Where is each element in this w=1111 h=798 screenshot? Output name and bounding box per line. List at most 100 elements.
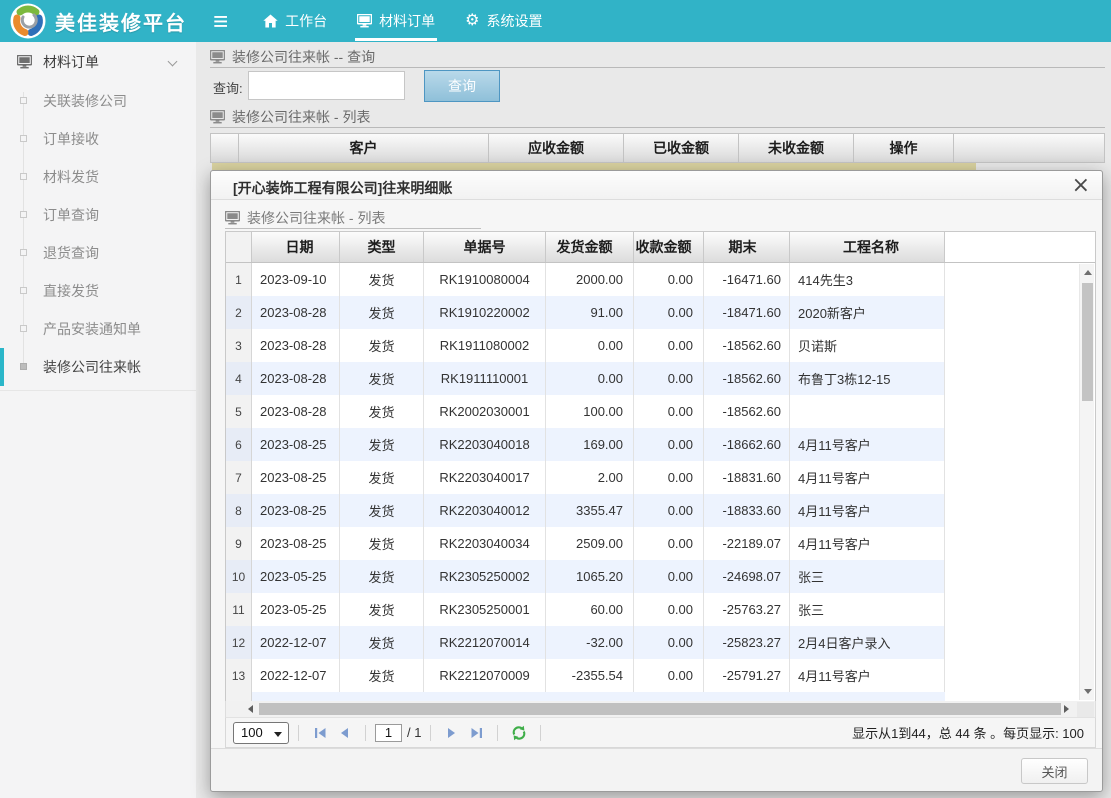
cell: -24698.07	[704, 560, 790, 593]
cell: 0.00	[634, 362, 704, 395]
header-cell[interactable]: 工程名称	[790, 232, 945, 262]
table-row[interactable]: 132022-12-07发货RK2212070009-2355.540.00-2…	[226, 659, 1095, 692]
cell: 0.00	[634, 329, 704, 362]
top-nav: 工作台材料订单⚙系统设置	[248, 0, 557, 42]
detail-grid: 日期类型单据号发货金额收款金额期末工程名称 12023-09-10发货RK191…	[225, 231, 1096, 702]
app-title: 美佳装修平台	[55, 7, 187, 36]
last-page-button[interactable]	[467, 724, 485, 742]
sidebar-item-5[interactable]: 退货查询	[0, 234, 196, 272]
cell-filler	[945, 659, 1095, 692]
header-filler	[945, 232, 1095, 262]
sidebar-item-label: 直接发货	[43, 281, 99, 301]
row-index: 7	[226, 461, 252, 494]
page-number-input[interactable]	[375, 724, 402, 742]
header-cell[interactable]: 日期	[252, 232, 340, 262]
table-row[interactable]: 102023-05-25发货RK23052500021065.200.00-24…	[226, 560, 1095, 593]
cell-filler	[945, 527, 1095, 560]
header-cell[interactable]: 发货金额	[546, 232, 634, 262]
bullet-icon	[20, 249, 27, 256]
bullet-icon	[20, 211, 27, 218]
gear-icon: ⚙	[465, 13, 479, 29]
bullet-icon	[20, 287, 27, 294]
header-cell[interactable]: 应收金额	[489, 134, 624, 162]
sidebar-item-3[interactable]: 材料发货	[0, 158, 196, 196]
header-cell[interactable]: 未收金额	[739, 134, 854, 162]
partial-row	[226, 692, 1095, 701]
sidebar-item-8[interactable]: 装修公司往来帐	[0, 348, 196, 386]
query-input[interactable]	[248, 71, 405, 100]
cell: -18833.60	[704, 494, 790, 527]
cell: 0.00	[634, 659, 704, 692]
cell: 2000.00	[546, 263, 634, 296]
next-page-button[interactable]	[443, 724, 461, 742]
cell: 2.00	[546, 461, 634, 494]
nav-item-2[interactable]: 材料订单	[342, 0, 450, 42]
cell: RK2305250002	[424, 560, 546, 593]
menu-toggle-icon[interactable]: ≡	[213, 0, 228, 42]
sidebar-item-4[interactable]: 订单查询	[0, 196, 196, 234]
home-icon	[263, 14, 278, 28]
vertical-scrollbar[interactable]	[1079, 264, 1094, 700]
header-cell[interactable]: 期末	[704, 232, 790, 262]
bullet-icon	[20, 325, 27, 332]
sidebar-item-7[interactable]: 产品安装通知单	[0, 310, 196, 348]
selected-company-row[interactable]	[212, 163, 976, 170]
sidebar-item-label: 订单接收	[43, 129, 99, 149]
header-cell[interactable]: 收款金额	[634, 232, 704, 262]
sidebar-section-material-orders[interactable]: 材料订单	[0, 42, 196, 82]
companies-table-header: 客户应收金额已收金额未收金额操作	[210, 133, 1105, 163]
cell: 发货	[340, 461, 424, 494]
first-page-button[interactable]	[311, 724, 329, 742]
sidebar-item-6[interactable]: 直接发货	[0, 272, 196, 310]
page-size-select[interactable]: 100	[233, 722, 289, 744]
horizontal-scrollbar[interactable]	[225, 701, 1096, 718]
table-row[interactable]: 22023-08-28发货RK191022000291.000.00-18471…	[226, 296, 1095, 329]
dialog-footer: 关闭	[211, 748, 1102, 791]
table-row[interactable]: 32023-08-28发货RK19110800020.000.00-18562.…	[226, 329, 1095, 362]
cell: 2月4日客户录入	[790, 626, 945, 659]
table-row[interactable]: 112023-05-25发货RK230525000160.000.00-2576…	[226, 593, 1095, 626]
cell: RK2203040018	[424, 428, 546, 461]
table-row[interactable]: 52023-08-28发货RK2002030001100.000.00-1856…	[226, 395, 1095, 428]
cell: -22189.07	[704, 527, 790, 560]
cell: -18562.60	[704, 362, 790, 395]
prev-page-button[interactable]	[335, 724, 353, 742]
table-row[interactable]: 42023-08-28发货RK19111100010.000.00-18562.…	[226, 362, 1095, 395]
horizontal-scroll-thumb[interactable]	[259, 703, 1061, 715]
table-row[interactable]: 62023-08-25发货RK2203040018169.000.00-1866…	[226, 428, 1095, 461]
cell: 2023-08-25	[252, 428, 340, 461]
nav-item-3[interactable]: ⚙系统设置	[450, 0, 557, 42]
scroll-up-icon[interactable]	[1084, 270, 1092, 275]
nav-item-1[interactable]: 工作台	[248, 0, 342, 42]
table-row[interactable]: 122022-12-07发货RK2212070014-32.000.00-258…	[226, 626, 1095, 659]
refresh-icon[interactable]	[511, 725, 527, 741]
cell: 2023-08-28	[252, 329, 340, 362]
scroll-right-icon[interactable]	[1064, 705, 1069, 713]
scroll-left-icon[interactable]	[248, 705, 253, 713]
table-row[interactable]: 82023-08-25发货RK22030400123355.470.00-188…	[226, 494, 1095, 527]
header-cell[interactable]: 操作	[854, 134, 954, 162]
table-row[interactable]: 72023-08-25发货RK22030400172.000.00-18831.…	[226, 461, 1095, 494]
sidebar-item-1[interactable]: 关联装修公司	[0, 82, 196, 120]
cell: 0.00	[546, 329, 634, 362]
section-divider	[210, 127, 1105, 128]
close-dialog-button[interactable]: 关闭	[1021, 758, 1088, 784]
scroll-down-icon[interactable]	[1084, 689, 1092, 694]
cell: 发货	[340, 263, 424, 296]
vertical-scroll-thumb[interactable]	[1082, 283, 1093, 401]
header-cell[interactable]: 单据号	[424, 232, 546, 262]
header-cell[interactable]: 已收金额	[624, 134, 739, 162]
cell: 4月11号客户	[790, 494, 945, 527]
header-cell[interactable]: 类型	[340, 232, 424, 262]
close-icon[interactable]: ×	[1072, 172, 1090, 199]
table-row[interactable]: 12023-09-10发货RK19100800042000.000.00-164…	[226, 263, 1095, 296]
sidebar-item-2[interactable]: 订单接收	[0, 120, 196, 158]
cell-filler	[945, 593, 1095, 626]
table-row[interactable]: 92023-08-25发货RK22030400342509.000.00-221…	[226, 527, 1095, 560]
query-button[interactable]: 查询	[424, 70, 500, 102]
cell: -25791.27	[704, 659, 790, 692]
row-index: 8	[226, 494, 252, 527]
header-cell[interactable]: 客户	[239, 134, 489, 162]
cell: 发货	[340, 362, 424, 395]
cell: 4月11号客户	[790, 659, 945, 692]
